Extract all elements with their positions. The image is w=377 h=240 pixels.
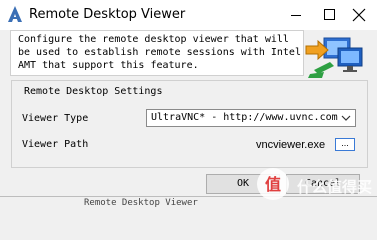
description-panel: Configure the remote desktop viewer that…	[10, 30, 304, 76]
browse-button[interactable]: ...	[335, 138, 355, 151]
maximize-button[interactable]	[316, 0, 342, 30]
watermark-text: 什么值得买	[297, 178, 373, 196]
description-text: Configure the remote desktop viewer that…	[18, 34, 301, 71]
watermark-logo-icon: 值	[257, 168, 289, 200]
close-button[interactable]	[346, 0, 372, 30]
settings-group-title: Remote Desktop Settings	[22, 86, 165, 97]
background-window-text: Remote Desktop Viewer	[84, 198, 198, 207]
minimize-button[interactable]	[283, 0, 309, 30]
maximize-icon	[324, 9, 335, 20]
minimize-icon	[291, 15, 301, 16]
viewer-type-label: Viewer Type	[22, 113, 89, 124]
viewer-type-value: UltraVNC* - http://www.uvnc.com	[151, 112, 338, 123]
title-bar[interactable]: Remote Desktop Viewer	[0, 0, 377, 30]
chevron-down-icon	[341, 115, 351, 121]
remote-desktop-viewer-dialog: Remote Desktop Viewer Configure the remo…	[0, 0, 377, 207]
viewer-path-label: Viewer Path	[22, 139, 89, 150]
intel-amt-app-icon	[8, 6, 22, 22]
viewer-type-select[interactable]: UltraVNC* - http://www.uvnc.com	[146, 109, 356, 127]
remote-desktop-computers-icon	[305, 37, 363, 78]
svg-text:值: 值	[265, 175, 281, 194]
close-icon	[352, 8, 366, 22]
viewer-path-value: vncviewer.exe	[256, 139, 326, 151]
watermark: 值 什么值得买	[255, 166, 373, 204]
window-title: Remote Desktop Viewer	[29, 7, 186, 22]
